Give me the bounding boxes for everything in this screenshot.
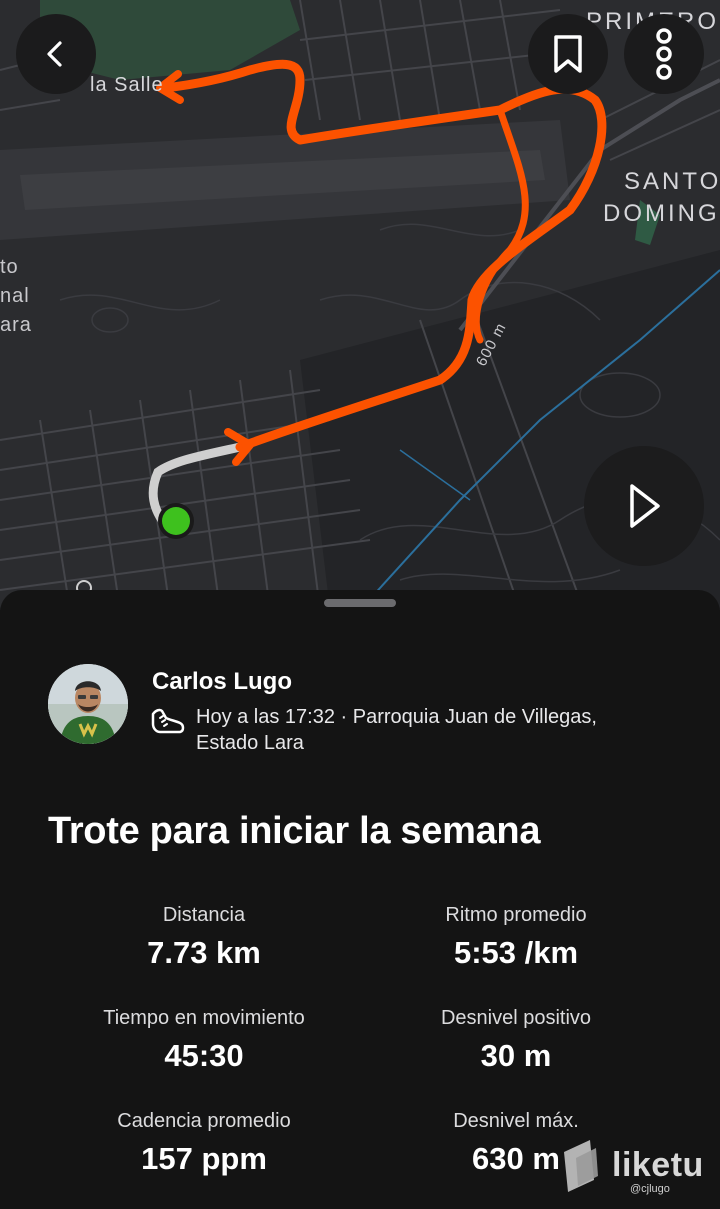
stat-label: Ritmo promedio bbox=[445, 904, 587, 926]
avatar-photo bbox=[48, 664, 128, 744]
chevron-left-icon bbox=[47, 41, 62, 67]
play-icon bbox=[630, 484, 660, 528]
stat-pace: Ritmo promedio 5:53 /km bbox=[356, 904, 676, 971]
stat-cadence: Cadencia promedio 157 ppm bbox=[44, 1110, 364, 1177]
map-label-santo: SANTO bbox=[624, 168, 720, 195]
map-label-domingo: DOMINGO bbox=[603, 200, 720, 227]
map-label-to: to bbox=[0, 256, 19, 278]
sheet-drag-handle[interactable] bbox=[324, 599, 396, 607]
stat-moving-time: Tiempo en movimiento 45:30 bbox=[44, 1007, 364, 1074]
play-flyover-button[interactable] bbox=[584, 446, 704, 566]
stat-value: 45:30 bbox=[164, 1038, 244, 1073]
back-button[interactable] bbox=[16, 14, 96, 94]
running-shoe-icon bbox=[151, 708, 185, 734]
activity-sheet: Carlos Lugo Hoy a las 17:32 · Parroquia … bbox=[0, 590, 720, 1209]
stat-label: Cadencia promedio bbox=[117, 1110, 291, 1132]
bookmark-button[interactable] bbox=[528, 14, 608, 94]
map-label-ara: ara bbox=[0, 314, 32, 336]
stat-value: 7.73 km bbox=[147, 935, 261, 970]
activity-time-location: Hoy a las 17:32 · Parroquia Juan de Vill… bbox=[196, 706, 597, 728]
bookmark-icon bbox=[554, 35, 582, 73]
activity-region: Estado Lara bbox=[196, 732, 304, 754]
stat-value: 157 ppm bbox=[141, 1141, 267, 1176]
more-options-button[interactable] bbox=[624, 14, 704, 94]
more-vertical-icon bbox=[656, 28, 672, 80]
stat-elevation-gain: Desnivel positivo 30 m bbox=[356, 1007, 676, 1074]
athlete-avatar[interactable] bbox=[48, 664, 128, 744]
athlete-name[interactable]: Carlos Lugo bbox=[152, 668, 292, 696]
stat-label: Desnivel máx. bbox=[453, 1110, 579, 1132]
watermark-user: @cjlugo bbox=[630, 1183, 670, 1195]
map-label-la-salle: la Salle bbox=[90, 74, 164, 96]
map-label-nal: nal bbox=[0, 285, 30, 307]
activity-meta: Hoy a las 17:32 · Parroquia Juan de Vill… bbox=[196, 704, 676, 756]
activity-title: Trote para iniciar la semana bbox=[48, 810, 541, 852]
route-map[interactable]: la Salle PRIMERO SANTO DOMINGO to nal ar… bbox=[0, 0, 720, 610]
stat-label: Tiempo en movimiento bbox=[103, 1007, 305, 1029]
stat-value: 5:53 /km bbox=[453, 935, 579, 970]
watermark-brand: liketu bbox=[612, 1146, 704, 1184]
stat-label: Desnivel positivo bbox=[440, 1007, 592, 1029]
stat-distance: Distancia 7.73 km bbox=[44, 904, 364, 971]
stat-value: 30 m bbox=[480, 1038, 552, 1073]
stat-label: Distancia bbox=[162, 904, 246, 926]
